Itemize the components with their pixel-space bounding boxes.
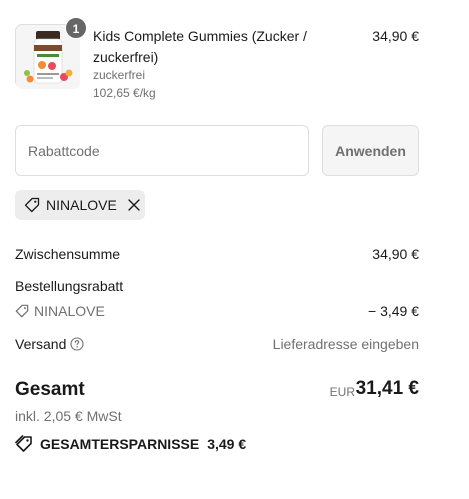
discount-code-input[interactable] bbox=[15, 125, 309, 176]
savings-tag-icon bbox=[15, 435, 33, 453]
total-label: Gesamt bbox=[15, 379, 85, 400]
total-savings: GESAMTERSPARNISSE 3,49 € bbox=[15, 435, 246, 453]
tag-icon bbox=[24, 197, 40, 213]
tax-note: inkl. 2,05 € MwSt bbox=[15, 408, 122, 424]
order-discount-label: Bestellungsrabatt bbox=[15, 278, 124, 294]
product-variant: zuckerfrei bbox=[93, 68, 146, 82]
tag-icon bbox=[15, 304, 29, 318]
applied-code-label: NINALOVE bbox=[46, 197, 117, 213]
product-image: 1 bbox=[15, 17, 87, 89]
shipping-row: Versand Lieferadresse eingeben bbox=[15, 335, 419, 353]
quantity-badge: 1 bbox=[65, 17, 87, 39]
shipping-label-wrap: Versand bbox=[15, 335, 84, 353]
shipping-value: Lieferadresse eingeben bbox=[272, 336, 419, 352]
subtotal-label: Zwischensumme bbox=[15, 246, 121, 262]
shipping-label: Versand bbox=[15, 336, 67, 352]
applied-discount-tag: NINALOVE bbox=[15, 190, 145, 220]
apply-discount-button[interactable]: Anwenden bbox=[322, 125, 419, 176]
order-discount-code: NINALOVE bbox=[15, 302, 105, 320]
product-price: 34,90 € bbox=[372, 28, 419, 44]
subtotal-value: 34,90 € bbox=[372, 246, 419, 262]
savings-label: GESAMTERSPARNISSE bbox=[40, 436, 200, 452]
order-discount-value: − 3,49 € bbox=[368, 303, 419, 319]
info-icon[interactable] bbox=[70, 337, 84, 351]
total-row: Gesamt EUR 31,41 € bbox=[15, 378, 419, 404]
total-amount: 31,41 € bbox=[355, 378, 419, 399]
savings-value: 3,49 € bbox=[207, 436, 247, 452]
order-discount-code-label: NINALOVE bbox=[34, 303, 105, 319]
order-summary: 1 Kids Complete Gummies (Zucker / zucker… bbox=[0, 0, 469, 499]
subtotal-row: Zwischensumme 34,90 € bbox=[15, 245, 419, 263]
order-discount-code-row: NINALOVE − 3,49 € bbox=[15, 302, 419, 320]
order-discount-row: Bestellungsrabatt bbox=[15, 277, 419, 295]
product-title: Kids Complete Gummies (Zucker / zuckerfr… bbox=[93, 28, 307, 65]
remove-code-close-icon[interactable] bbox=[127, 198, 141, 212]
product-unit-price: 102,65 €/kg bbox=[93, 86, 156, 100]
total-currency: EUR bbox=[329, 385, 355, 399]
line-item: 1 Kids Complete Gummies (Zucker / zucker… bbox=[15, 17, 419, 104]
